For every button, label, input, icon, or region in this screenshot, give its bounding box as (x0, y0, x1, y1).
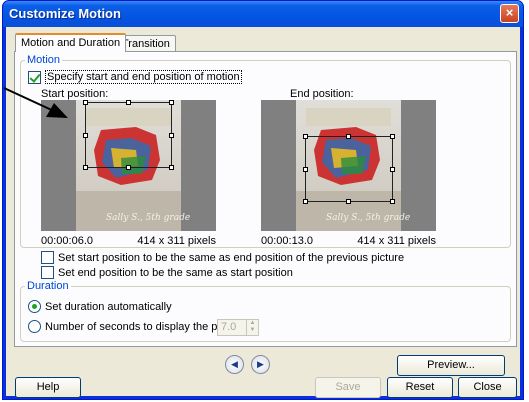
photo-caption: Sally S., 5th grade (106, 213, 191, 223)
save-button: Save (315, 377, 381, 398)
resize-handle[interactable] (169, 165, 174, 170)
window-title: Customize Motion (9, 6, 121, 21)
resize-handle[interactable] (303, 167, 308, 172)
resize-handle[interactable] (83, 165, 88, 170)
duration-group-label: Duration (27, 280, 69, 292)
motion-group-label: Motion (27, 54, 61, 66)
checkbox-unchecked-icon[interactable] (41, 266, 54, 279)
radio-selected-icon[interactable] (28, 300, 41, 313)
resize-handle[interactable] (169, 133, 174, 138)
resize-handle[interactable] (303, 134, 308, 139)
tab-panel: Motion Specify start and end position of… (14, 51, 517, 347)
start-size: 414 x 311 pixels (137, 235, 216, 247)
resize-handle[interactable] (83, 100, 88, 105)
start-selection-rectangle[interactable] (83, 100, 174, 170)
close-button[interactable]: Close (458, 377, 517, 398)
checkbox-unchecked-icon[interactable] (41, 251, 54, 264)
preview-button[interactable]: Preview... (397, 355, 505, 376)
customize-motion-dialog: Customize Motion × Motion and Duration T… (2, 0, 524, 400)
resize-handle[interactable] (346, 199, 351, 204)
start-info-row: 00:00:06.0 414 x 311 pixels (41, 235, 216, 247)
resize-handle[interactable] (83, 133, 88, 138)
end-time: 00:00:13.0 (261, 235, 313, 247)
resize-handle[interactable] (390, 167, 395, 172)
spin-arrows-icon: ▲ ▼ (246, 320, 258, 335)
previous-picture-button[interactable]: ◀ (225, 355, 244, 374)
same-as-previous-checkbox[interactable]: Set start position to be the same as end… (41, 251, 404, 264)
checkbox-checked-icon[interactable] (28, 70, 41, 84)
seconds-duration-label: Number of seconds to display the picture (45, 320, 245, 333)
close-window-button[interactable]: × (500, 4, 519, 23)
end-size: 414 x 311 pixels (357, 235, 436, 247)
resize-handle[interactable] (169, 100, 174, 105)
resize-handle[interactable] (346, 134, 351, 139)
resize-handle[interactable] (303, 199, 308, 204)
next-picture-button[interactable]: ▶ (251, 355, 270, 374)
specify-motion-checkbox[interactable]: Specify start and end position of motion (28, 70, 242, 84)
resize-handle[interactable] (126, 165, 131, 170)
same-as-start-checkbox[interactable]: Set end position to be the same as start… (41, 266, 293, 279)
auto-duration-label: Set duration automatically (45, 300, 172, 313)
resize-handle[interactable] (390, 134, 395, 139)
same-as-previous-label: Set start position to be the same as end… (58, 251, 405, 264)
start-position-preview[interactable]: Sally S., 5th grade (41, 100, 216, 231)
resize-handle[interactable] (390, 199, 395, 204)
start-time: 00:00:06.0 (41, 235, 93, 247)
end-selection-rectangle[interactable] (303, 134, 395, 204)
specify-motion-label: Specify start and end position of motion (45, 70, 242, 84)
same-as-start-label: Set end position to be the same as start… (58, 266, 293, 279)
title-bar[interactable]: Customize Motion × (3, 1, 523, 27)
seconds-duration-radio[interactable]: Number of seconds to display the picture (28, 320, 244, 333)
seconds-stepper: 7.0 ▲ ▼ (217, 319, 259, 336)
help-button[interactable]: Help (15, 377, 81, 398)
end-info-row: 00:00:13.0 414 x 311 pixels (261, 235, 436, 247)
resize-handle[interactable] (126, 100, 131, 105)
dialog-body: Motion and Duration Transition Motion Sp… (6, 27, 520, 398)
reset-button[interactable]: Reset (387, 377, 453, 398)
radio-unselected-icon[interactable] (28, 320, 41, 333)
auto-duration-radio[interactable]: Set duration automatically (28, 300, 172, 313)
tab-motion-and-duration[interactable]: Motion and Duration (15, 33, 127, 52)
start-position-label: Start position: (41, 88, 109, 100)
end-position-preview[interactable]: Sally S., 5th grade (261, 100, 436, 231)
photo-caption: Sally S., 5th grade (326, 213, 411, 223)
seconds-value: 7.0 (221, 321, 237, 333)
end-position-label: End position: (290, 88, 354, 100)
